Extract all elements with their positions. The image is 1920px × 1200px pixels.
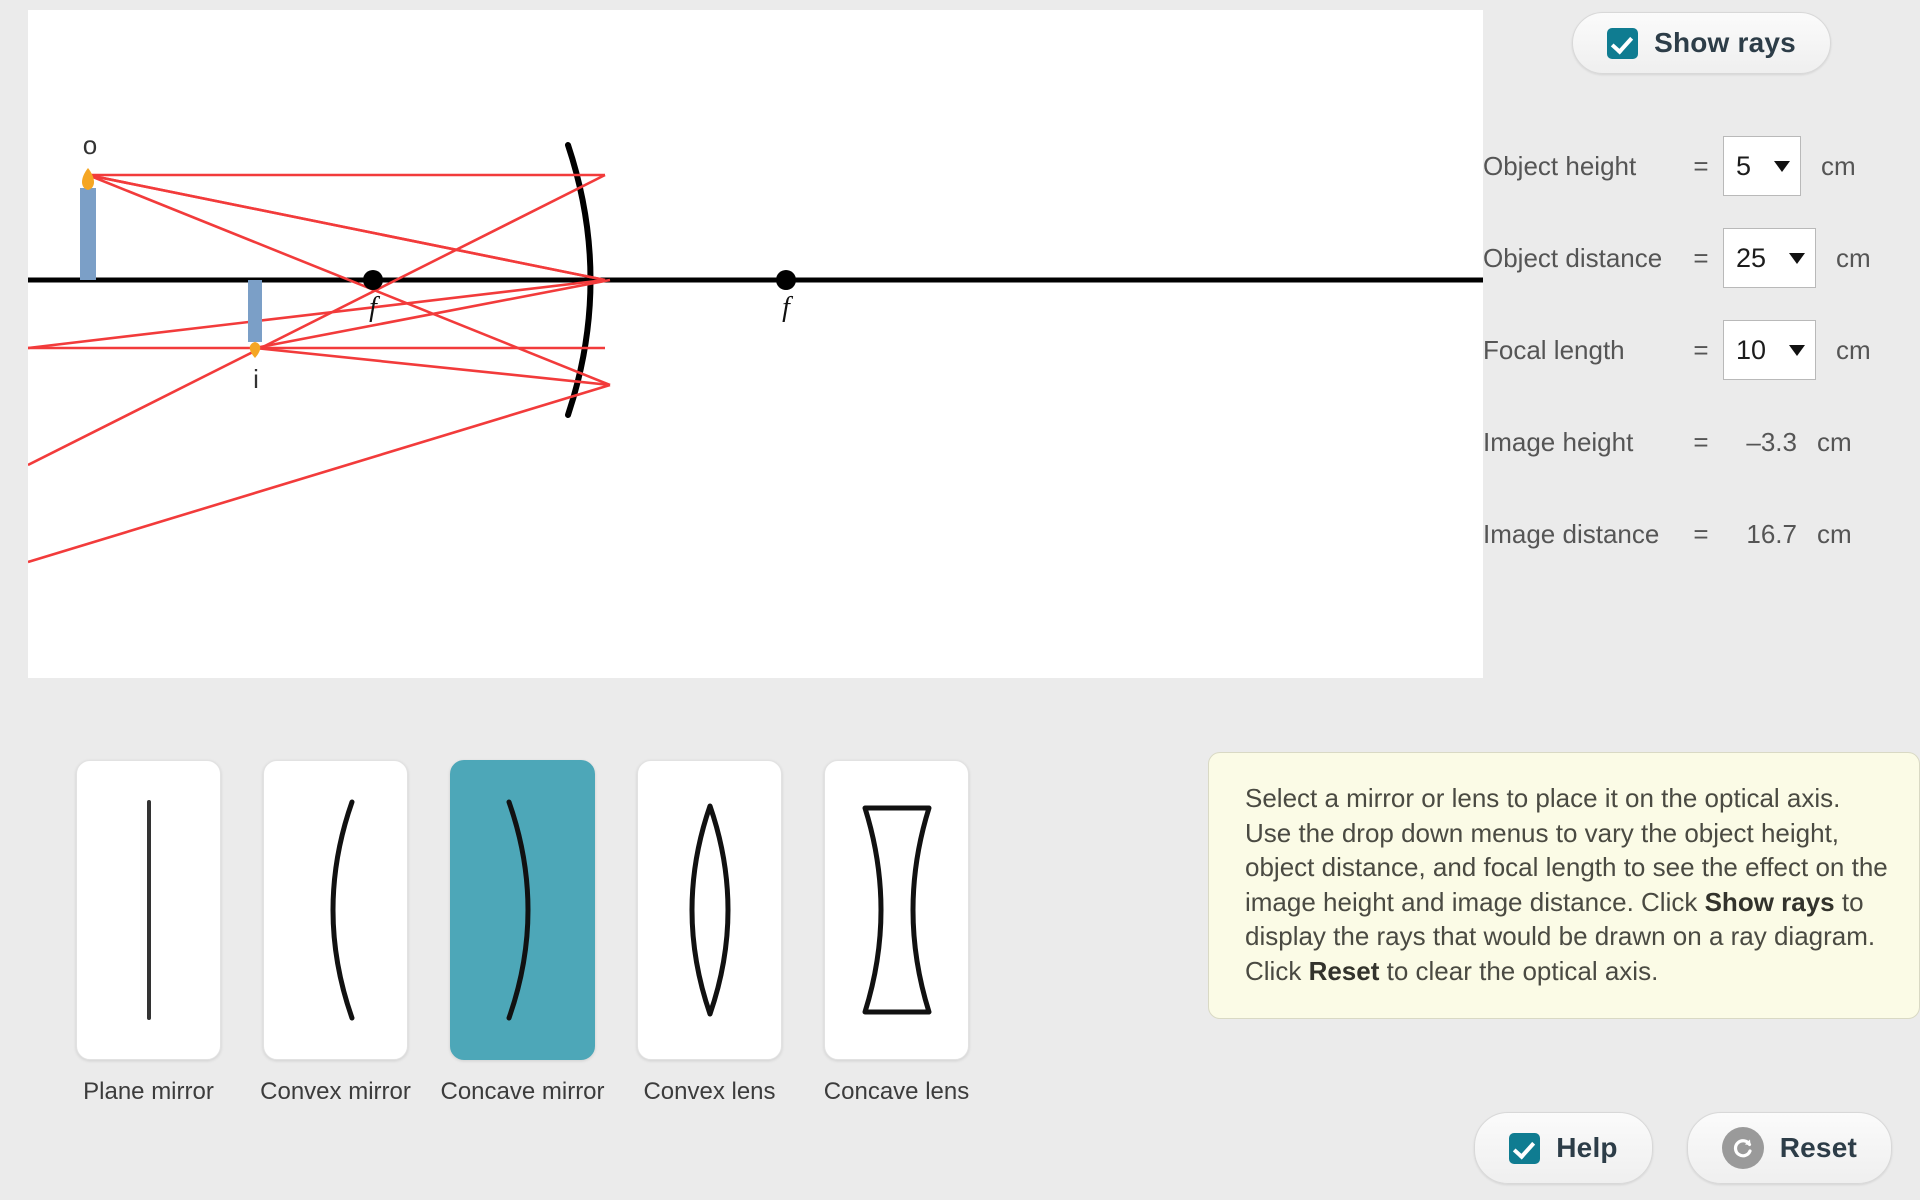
ray-image-converge-b bbox=[254, 346, 611, 387]
tool-caption-plane-mirror: Plane mirror bbox=[83, 1078, 214, 1105]
object-height-select[interactable]: 5 bbox=[1723, 136, 1801, 196]
row-object-distance: Object distance = 25 cm bbox=[1483, 226, 1920, 290]
ray-diagram-svg: o i f f bbox=[28, 130, 1483, 564]
focal-point-left-marker bbox=[363, 270, 383, 290]
equals-object-distance: = bbox=[1693, 242, 1709, 273]
label-focal-length: Focal length bbox=[1483, 334, 1625, 365]
instruction-text-part3: to clear the optical axis. bbox=[1379, 955, 1659, 986]
instruction-panel: Select a mirror or lens to place it on t… bbox=[1208, 752, 1920, 1020]
convex-lens-icon bbox=[689, 803, 730, 1017]
object-candle-flame bbox=[82, 168, 94, 190]
bottom-button-bar: Help Reset bbox=[1474, 1112, 1892, 1184]
optics-simulation-app: o i f f Show rays Object height = 5 cm O… bbox=[0, 0, 1920, 1200]
image-label: i bbox=[253, 364, 259, 394]
label-object-distance: Object distance bbox=[1483, 242, 1663, 273]
focal-length-select[interactable]: 10 bbox=[1723, 320, 1816, 380]
unit-image-height: cm bbox=[1817, 426, 1852, 457]
chevron-down-icon bbox=[1789, 252, 1805, 264]
tool-caption-convex-mirror: Convex mirror bbox=[260, 1078, 411, 1105]
unit-image-distance: cm bbox=[1817, 518, 1852, 549]
tool-item-convex-lens: Convex lens bbox=[637, 760, 782, 1106]
concave-mirror-icon bbox=[506, 799, 530, 1021]
object-distance-select[interactable]: 25 bbox=[1723, 228, 1816, 288]
help-button[interactable]: Help bbox=[1474, 1112, 1653, 1184]
tool-item-concave-lens: Concave lens bbox=[824, 760, 969, 1106]
concave-mirror-card[interactable] bbox=[450, 760, 595, 1060]
image-candle bbox=[248, 280, 262, 358]
instruction-bold-show-rays: Show rays bbox=[1704, 886, 1835, 917]
tool-item-convex-mirror: Convex mirror bbox=[260, 760, 411, 1106]
equals-image-distance: = bbox=[1693, 518, 1709, 549]
convex-lens-card[interactable] bbox=[637, 760, 782, 1060]
image-candle-flame bbox=[249, 342, 261, 358]
focal-label-right: f bbox=[782, 292, 793, 323]
ray-through-focus-reflected bbox=[28, 278, 606, 350]
ray-chief-reflected bbox=[28, 383, 611, 564]
object-candle[interactable] bbox=[80, 168, 96, 280]
unit-object-height: cm bbox=[1821, 150, 1856, 181]
tool-selection-strip: Plane mirror Convex mirror Concave mirro… bbox=[76, 760, 969, 1106]
chevron-down-icon bbox=[1774, 160, 1790, 172]
row-image-distance: Image distance = 16.7 cm bbox=[1483, 502, 1920, 566]
object-label: o bbox=[83, 130, 97, 160]
show-rays-button[interactable]: Show rays bbox=[1572, 12, 1831, 74]
convex-mirror-card[interactable] bbox=[263, 760, 408, 1060]
tool-caption-concave-mirror: Concave mirror bbox=[440, 1078, 605, 1105]
convex-mirror-icon bbox=[330, 799, 354, 1021]
object-candle-body bbox=[80, 188, 96, 280]
reset-button[interactable]: Reset bbox=[1686, 1112, 1892, 1184]
show-rays-label: Show rays bbox=[1654, 27, 1796, 58]
row-image-height: Image height = –3.3 cm bbox=[1483, 410, 1920, 474]
equals-focal-length: = bbox=[1693, 334, 1709, 365]
equals-object-height: = bbox=[1693, 150, 1709, 181]
checkbox-checked-icon[interactable] bbox=[1509, 1132, 1541, 1164]
image-candle-body bbox=[248, 280, 262, 342]
plane-mirror-card[interactable] bbox=[76, 760, 221, 1060]
unit-focal-length: cm bbox=[1836, 334, 1871, 365]
tool-caption-convex-lens: Convex lens bbox=[643, 1078, 776, 1105]
concave-lens-card[interactable] bbox=[824, 760, 969, 1060]
focal-point-right-marker bbox=[776, 270, 796, 290]
row-focal-length: Focal length = 10 cm bbox=[1483, 318, 1920, 382]
label-image-distance: Image distance bbox=[1483, 518, 1660, 549]
equals-image-height: = bbox=[1693, 426, 1709, 457]
ray-to-vertex-incident bbox=[87, 173, 606, 282]
tool-caption-concave-lens: Concave lens bbox=[823, 1078, 970, 1105]
row-object-height: Object height = 5 cm bbox=[1483, 134, 1920, 198]
plane-mirror-icon bbox=[146, 800, 151, 1020]
ray-group bbox=[28, 173, 611, 564]
focal-length-value: 10 bbox=[1736, 334, 1767, 365]
unit-object-distance: cm bbox=[1836, 242, 1871, 273]
undo-arrow-icon bbox=[1721, 1127, 1764, 1169]
image-height-value: –3.3 bbox=[1746, 426, 1797, 457]
show-rays-wrapper: Show rays bbox=[1483, 12, 1920, 74]
tool-item-concave-mirror: Concave mirror bbox=[440, 760, 605, 1106]
label-image-height: Image height bbox=[1483, 426, 1634, 457]
object-height-value: 5 bbox=[1736, 150, 1752, 181]
ray-diagram-canvas[interactable]: o i f f bbox=[28, 10, 1483, 678]
image-distance-value: 16.7 bbox=[1746, 518, 1797, 549]
label-object-height: Object height bbox=[1483, 150, 1637, 181]
reset-label: Reset bbox=[1779, 1132, 1857, 1163]
instruction-bold-reset: Reset bbox=[1308, 955, 1380, 986]
object-distance-value: 25 bbox=[1736, 242, 1767, 273]
help-label: Help bbox=[1556, 1132, 1618, 1163]
control-panel: Show rays Object height = 5 cm Object di… bbox=[1483, 0, 1920, 680]
tool-item-plane-mirror: Plane mirror bbox=[76, 760, 221, 1106]
chevron-down-icon bbox=[1789, 344, 1805, 356]
ray-parallel-reflected bbox=[28, 173, 606, 467]
concave-lens-icon bbox=[862, 805, 931, 1015]
checkbox-checked-icon[interactable] bbox=[1607, 27, 1639, 59]
